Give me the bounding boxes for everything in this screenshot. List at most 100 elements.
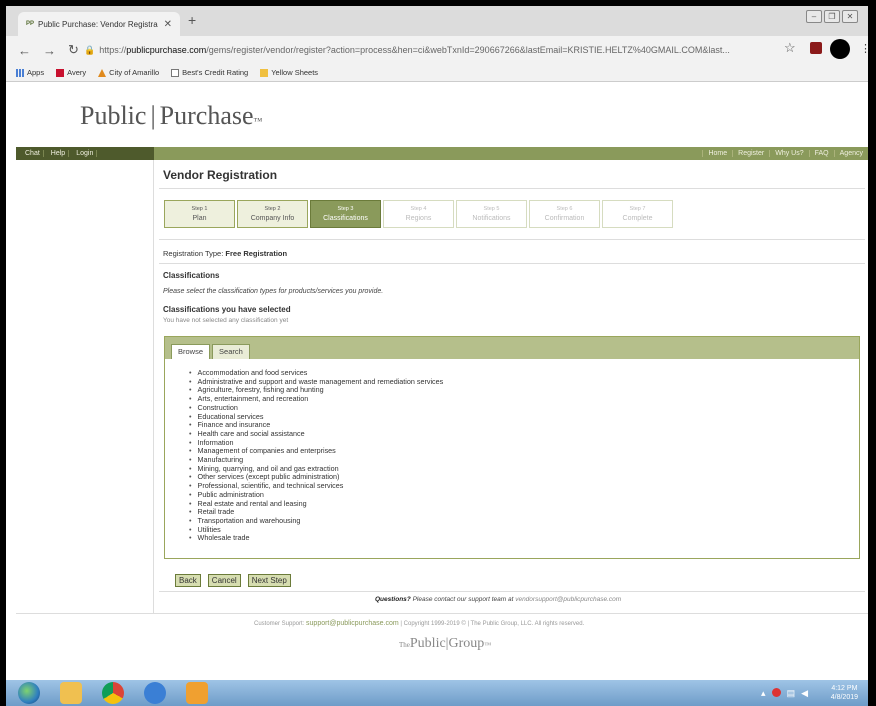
footer-divider	[16, 613, 868, 614]
divider	[159, 263, 865, 264]
new-tab-button[interactable]: +	[188, 12, 196, 28]
cancel-button[interactable]: Cancel	[207, 574, 241, 587]
back-arrow-icon[interactable]: ←	[18, 43, 31, 58]
maximize-icon[interactable]: ❐	[824, 10, 840, 23]
step-classifications[interactable]: Step 3 Classifications	[310, 200, 381, 228]
panel-tabs: Browse Search	[165, 337, 859, 359]
apps-icon	[16, 68, 24, 77]
nav-why-us[interactable]: Why Us?	[769, 150, 808, 157]
windows-taskbar: ▴ ▤ ◀ 4:12 PM 4/8/2019	[6, 680, 868, 706]
left-sidebar	[16, 160, 154, 613]
avery-icon	[56, 68, 65, 77]
nav-chat[interactable]: Chat	[22, 150, 44, 157]
public-purchase-logo[interactable]: Public | Purchase™	[80, 101, 262, 131]
logo-separator: |	[150, 101, 156, 130]
nav-login[interactable]: Login	[73, 150, 98, 157]
browser-tab[interactable]: PP Public Purchase: Vendor Registra ✕	[18, 12, 180, 36]
bookmark-city-of-amarillo[interactable]: City of Amarillo	[98, 68, 159, 77]
support-email-link[interactable]: support@publicpurchase.com	[306, 620, 399, 627]
bookmark-bests-credit-rating[interactable]: Best's Credit Rating	[171, 68, 248, 77]
public-group-logo[interactable]: ThePublic|Group™	[399, 636, 491, 652]
step-label: Confirmation	[544, 215, 585, 222]
system-clock[interactable]: 4:12 PM 4/8/2019	[831, 684, 858, 702]
registration-type: Registration Type: Free Registration	[163, 249, 287, 258]
back-button[interactable]: Back	[175, 574, 201, 587]
step-label: Plan	[192, 215, 207, 222]
questions-text: Please contact our support team at	[412, 596, 514, 603]
tab-close-icon[interactable]: ✕	[164, 19, 172, 30]
step-company-info[interactable]: Step 2 Company Info	[237, 200, 308, 228]
tab-browse[interactable]: Browse	[171, 344, 211, 359]
bookmark-star-icon[interactable]: ☆	[784, 40, 796, 56]
nav-register[interactable]: Register	[732, 150, 769, 157]
bookmark-avery[interactable]: Avery	[56, 68, 86, 77]
taskbar-app-icon[interactable]	[186, 682, 208, 704]
bookmark-label: Apps	[27, 68, 45, 77]
bookmark-label: City of Amarillo	[109, 68, 160, 77]
bookmark-label: Best's Credit Rating	[182, 68, 249, 77]
questions-label: Questions?	[375, 596, 411, 603]
page-title: Vendor Registration	[163, 168, 278, 182]
category-item[interactable]: Wholesale trade	[189, 534, 859, 543]
site-favicon-icon: PP	[26, 21, 35, 27]
volume-icon[interactable]: ◀	[801, 688, 808, 699]
footer: Customer Support: support@publicpurchase…	[254, 620, 584, 627]
next-step-button[interactable]: Next Step	[247, 574, 291, 587]
bookmark-yellow-sheets[interactable]: Yellow Sheets	[260, 68, 318, 77]
step-confirmation: Step 6 Confirmation	[529, 200, 600, 228]
step-complete: Step 7 Complete	[602, 200, 673, 228]
nav-agency[interactable]: Agency	[833, 150, 868, 157]
category-item[interactable]: Utilities	[189, 525, 859, 535]
tab-search[interactable]: Search	[212, 344, 250, 359]
step-progress: Step 1 Plan Step 2 Company Info Step 3 Clas…	[164, 200, 673, 228]
nav-faq[interactable]: FAQ	[808, 150, 834, 157]
selected-empty-note: You have not selected any classification…	[163, 317, 289, 324]
classifications-description: Please select the classification types f…	[163, 288, 384, 295]
tray-arrow-icon[interactable]: ▴	[761, 688, 766, 699]
group-tm: ™	[484, 641, 492, 649]
step-plan[interactable]: Step 1 Plan	[164, 200, 235, 228]
network-icon[interactable]: ▤	[787, 688, 796, 699]
category-item[interactable]: Management of companies and enterprises	[189, 447, 859, 456]
lock-icon: 🔒	[84, 44, 96, 55]
vendor-support-email[interactable]: vendorsupport@publicpurchase.com	[515, 596, 621, 603]
step-number: Step 3	[337, 206, 354, 212]
chrome-icon[interactable]	[102, 682, 124, 704]
divider	[159, 239, 865, 240]
start-button-icon[interactable]	[18, 682, 40, 704]
site-navbar: Chat Help Login Home Register Why Us? FA…	[16, 147, 868, 160]
browser-menu-icon[interactable]: ⋮	[860, 42, 868, 55]
internet-explorer-icon[interactable]	[144, 682, 166, 704]
tray-status-icon[interactable]	[771, 688, 781, 697]
doc-icon	[171, 68, 180, 77]
extension-icon[interactable]	[810, 42, 822, 54]
reload-icon[interactable]: ↻	[68, 42, 79, 58]
profile-avatar-icon[interactable]	[830, 39, 850, 59]
clock-time: 4:12 PM	[831, 685, 858, 692]
category-item[interactable]: Professional, scientific, and technical …	[189, 481, 859, 491]
logo-left: Public	[80, 101, 147, 130]
group-left: Public	[409, 636, 446, 651]
file-explorer-icon[interactable]	[60, 682, 82, 704]
system-tray: ▴ ▤ ◀	[761, 688, 808, 699]
forward-arrow-icon[interactable]: →	[43, 43, 56, 58]
category-item[interactable]: Health care and social assistance	[189, 429, 859, 439]
screen: PP Public Purchase: Vendor Registra ✕ + …	[6, 6, 868, 706]
close-window-icon[interactable]: ✕	[842, 10, 858, 23]
category-item[interactable]: Construction	[189, 403, 859, 413]
wizard-buttons: Back Cancel Next Step	[175, 574, 291, 587]
address-bar[interactable]: 🔒 https:// publicpurchase.com /gems/regi…	[84, 40, 784, 60]
bookmark-apps[interactable]: Apps	[16, 68, 44, 77]
category-item[interactable]: Transportation and warehousing	[189, 516, 859, 526]
category-item[interactable]: Educational services	[189, 412, 859, 422]
url-path: /gems/register/vendor/register?action=pr…	[206, 45, 730, 55]
category-item[interactable]: Real estate and rental and leasing	[189, 499, 859, 509]
window-controls: – ❐ ✕	[806, 10, 858, 23]
step-number: Step 7	[629, 206, 646, 212]
step-number: Step 6	[556, 206, 573, 212]
nav-help[interactable]: Help	[48, 150, 70, 157]
minimize-icon[interactable]: –	[806, 10, 822, 23]
category-item[interactable]: Arts, entertainment, and recreation	[189, 394, 859, 404]
group-prefix: The	[399, 641, 410, 649]
nav-home[interactable]: Home	[702, 150, 732, 157]
